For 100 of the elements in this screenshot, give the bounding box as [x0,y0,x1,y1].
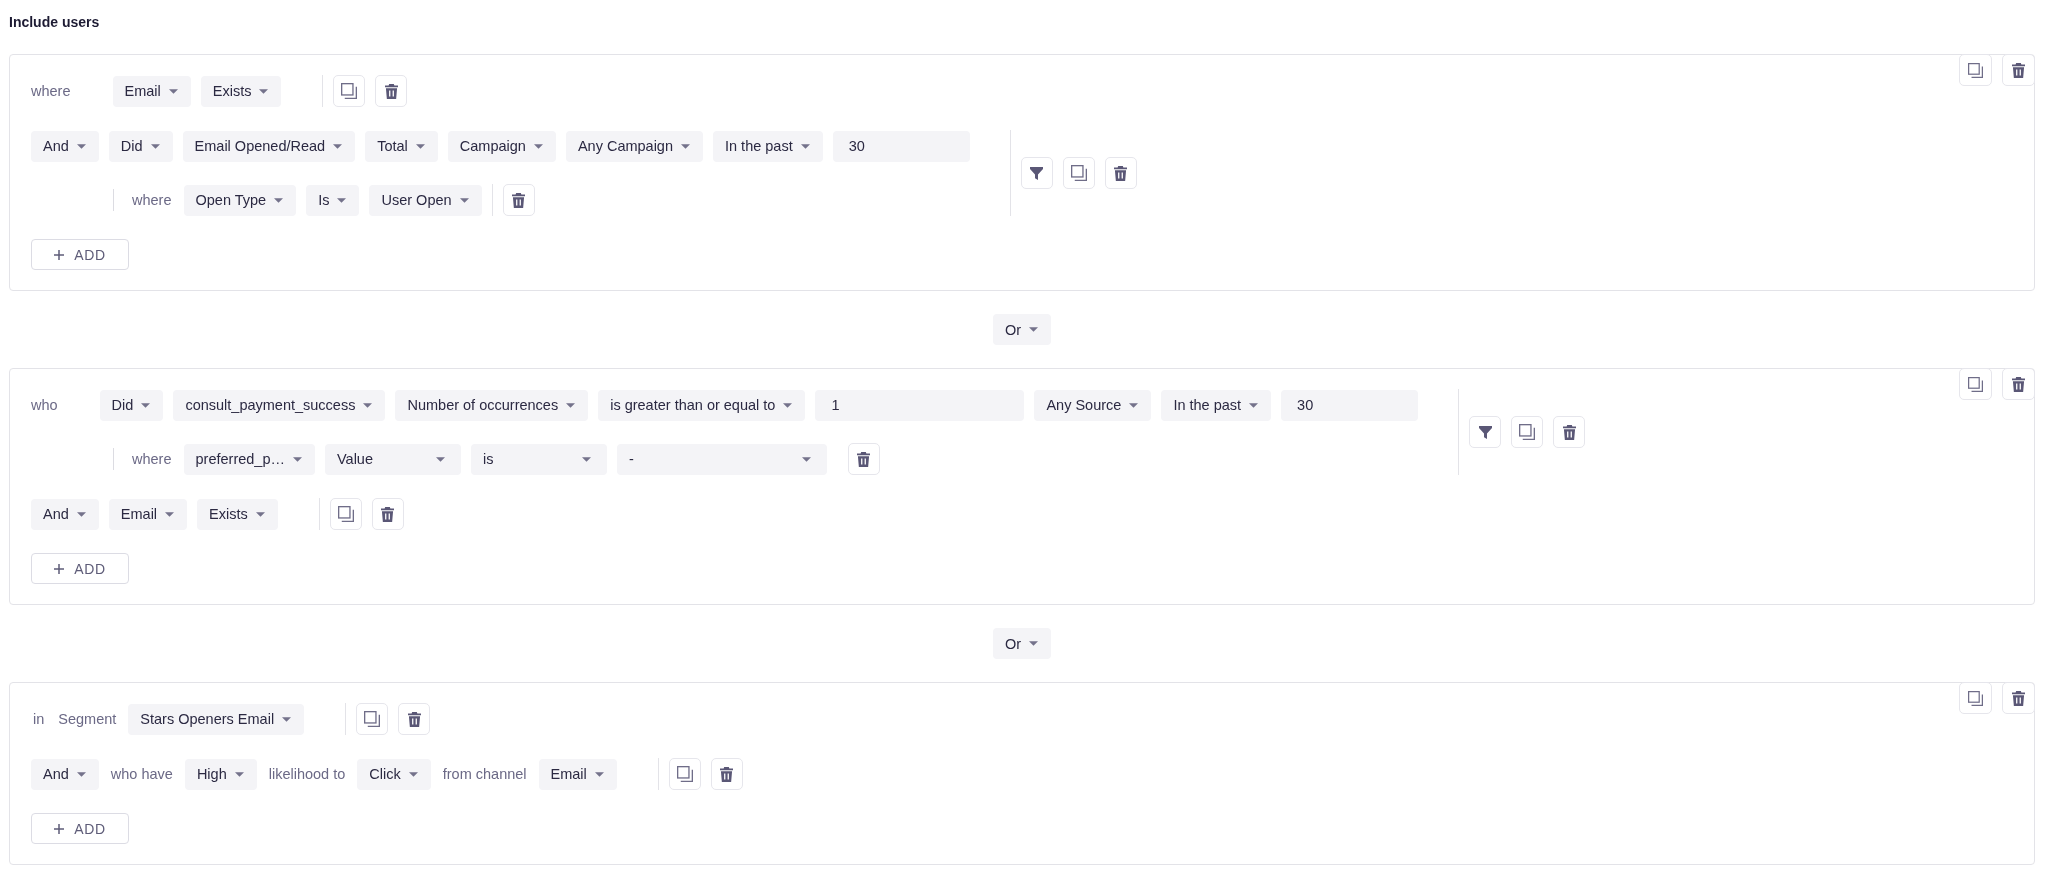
caret-icon [459,197,469,203]
dropdown[interactable]: Open Type [183,184,297,216]
duplicate-button[interactable] [329,498,362,530]
caret-icon [800,143,810,149]
condition-label: where [131,192,173,208]
condition-label: from channel [441,766,528,782]
select-dropdown[interactable]: Value [324,443,461,475]
caret-icon [1249,402,1259,408]
duplicate-button[interactable] [1959,368,1992,400]
copy-icon [1968,376,1983,392]
dropdown[interactable]: Email [538,758,617,790]
caret-icon [274,197,284,203]
caret-icon [533,143,543,149]
caret-icon [150,143,160,149]
copy-icon [1968,690,1983,706]
plus-icon [54,823,65,834]
dropdown[interactable]: Is [306,184,360,216]
caret-icon [292,456,302,462]
dropdown[interactable]: User Open [369,184,482,216]
delete-button[interactable] [2002,682,2035,714]
dropdown[interactable]: Email [108,498,188,530]
dropdown[interactable]: Exists [200,75,282,107]
caret-icon [76,771,86,777]
copy-icon [337,506,354,522]
delete-button[interactable] [1553,416,1586,448]
caret-icon [255,511,265,517]
caret-icon [1129,402,1139,408]
dropdown[interactable]: Stars Openers Email [128,703,305,735]
caret-icon [165,511,175,517]
copy-icon [341,83,358,99]
condition-label: where [31,83,71,99]
dropdown[interactable]: Email Opened/Read [182,130,356,162]
trash-icon [2012,62,2025,78]
duplicate-button[interactable] [1062,157,1095,189]
dropdown[interactable]: High [184,758,257,790]
duplicate-button[interactable] [1959,54,1992,86]
dropdown[interactable]: Did [99,389,164,421]
dropdown[interactable]: Did [108,130,173,162]
dropdown[interactable]: Any Campaign [565,130,703,162]
delete-button[interactable] [2002,54,2035,86]
dropdown[interactable]: In the past [713,130,823,162]
duplicate-button[interactable] [333,75,366,107]
value-field[interactable]: 30 [1281,389,1419,421]
funnel-icon [1478,425,1492,439]
dropdown[interactable]: Total [365,130,438,162]
select-dropdown[interactable]: is [470,443,607,475]
caret-icon [234,771,244,777]
select-dropdown[interactable]: - [616,443,827,475]
dropdown[interactable]: And [31,130,99,162]
delete-button[interactable] [710,758,743,790]
copy-icon [364,711,381,727]
dropdown[interactable]: Exists [197,498,278,530]
value-field[interactable]: 1 [815,389,1025,421]
delete-button[interactable] [371,498,404,530]
duplicate-button[interactable] [356,703,389,735]
section-title: Include users [9,13,100,32]
trash-icon [512,192,526,208]
delete-button[interactable] [1104,157,1137,189]
delete-button[interactable] [398,703,431,735]
filter-button[interactable] [1020,157,1053,189]
copy-icon [1070,165,1087,181]
trash-icon [2012,690,2025,706]
duplicate-button[interactable] [1959,682,1992,714]
add-button[interactable]: ADD [31,553,129,584]
copy-icon [1968,62,1983,78]
dropdown[interactable]: Email [112,75,191,107]
delete-button[interactable] [502,184,535,216]
trash-icon [1114,165,1128,181]
trash-icon [720,766,734,782]
add-button[interactable]: ADD [31,239,129,270]
joiner-dropdown[interactable]: Or [992,628,1052,659]
condition-label: who have [109,766,174,782]
dropdown[interactable]: consult_payment_success [173,389,386,421]
dropdown[interactable]: And [31,758,99,790]
dropdown[interactable]: Campaign [447,130,556,162]
dropdown[interactable]: And [31,498,99,530]
trash-icon [381,506,395,522]
duplicate-button[interactable] [668,758,701,790]
joiner-dropdown[interactable]: Or [992,314,1052,345]
delete-button[interactable] [847,443,880,475]
add-button[interactable]: ADD [31,813,129,844]
condition-label: in [32,711,46,727]
caret-icon [363,402,373,408]
dropdown[interactable]: is greater than or equal to [598,389,806,421]
delete-button[interactable] [375,75,408,107]
dropdown[interactable]: Number of occurrences [395,389,589,421]
value-field[interactable]: 30 [832,130,970,162]
dropdown[interactable]: Click [357,758,431,790]
caret-icon [1029,641,1039,646]
trash-icon [857,451,871,467]
caret-icon [594,771,604,777]
dropdown[interactable]: Any Source [1034,389,1152,421]
delete-button[interactable] [2002,368,2035,400]
dropdown[interactable]: In the past [1161,389,1272,421]
filter-button[interactable] [1469,416,1502,448]
duplicate-button[interactable] [1511,416,1544,448]
dropdown[interactable]: preferred_p… [183,443,315,475]
plus-icon [54,563,65,574]
caret-icon [333,143,343,149]
condition-label: Segment [57,711,118,727]
